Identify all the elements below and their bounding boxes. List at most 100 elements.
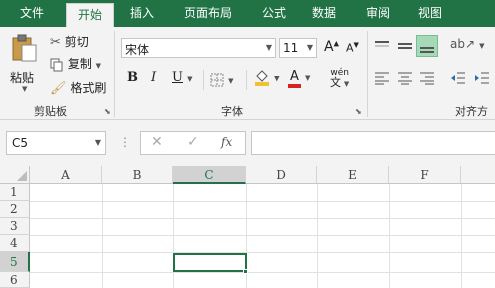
- orientation-dropdown-icon[interactable]: ▼: [479, 42, 484, 50]
- tab-file[interactable]: 文件: [10, 0, 54, 27]
- grid-line: [317, 184, 318, 288]
- row-header-5[interactable]: 5: [0, 252, 30, 272]
- tab-data[interactable]: 数据: [302, 0, 346, 27]
- cancel-icon[interactable]: ✕: [151, 134, 163, 150]
- font-size-combo[interactable]: 11 ▼: [279, 38, 317, 58]
- clipboard-group-label: 剪贴板: [34, 105, 67, 118]
- fill-handle[interactable]: [243, 269, 248, 274]
- tab-view[interactable]: 视图: [408, 0, 452, 27]
- underline-button[interactable]: U ▼: [172, 70, 193, 85]
- grid-line: [30, 272, 495, 273]
- formula-input[interactable]: [251, 131, 495, 155]
- paste-dropdown-icon[interactable]: ▼: [22, 85, 27, 93]
- paste-button[interactable]: 粘贴 ▼: [8, 33, 42, 95]
- divider: [246, 70, 247, 90]
- font-color-dropdown-icon[interactable]: ▼: [305, 74, 310, 82]
- formula-buttons: ✕ ✓ fx: [140, 131, 246, 155]
- align-bottom-icon: [420, 47, 434, 53]
- fill-color-button[interactable]: ▼: [254, 68, 280, 86]
- active-cell-c5[interactable]: [173, 253, 247, 272]
- align-left-button[interactable]: [374, 71, 390, 89]
- tab-formulas[interactable]: 公式: [252, 0, 296, 27]
- format-painter-button[interactable]: 🖌 格式刷: [50, 79, 106, 96]
- enter-icon[interactable]: ✓: [187, 134, 199, 150]
- paste-icon: [12, 34, 37, 62]
- clipboard-launcher-icon[interactable]: ⬊: [104, 107, 111, 116]
- cut-button[interactable]: ✂ 剪切: [50, 33, 89, 50]
- grid-line: [461, 184, 462, 288]
- grid-line: [173, 184, 174, 288]
- select-all-corner[interactable]: [0, 166, 30, 184]
- orientation-icon: ab↗: [450, 37, 476, 51]
- chevron-down-icon: ▼: [265, 43, 272, 52]
- ribbon: 粘贴 ▼ ✂ 剪切 复制 ▼ 🖌 格式刷 剪贴板 ⬊ 宋体 ▼ 11 ▼ A▲ …: [0, 27, 495, 134]
- divider: [203, 70, 204, 90]
- column-header-next[interactable]: [461, 166, 495, 184]
- font-launcher-icon[interactable]: ⬊: [355, 107, 362, 116]
- row-header-6[interactable]: 6: [0, 272, 30, 288]
- phonetic-char-icon: 文: [330, 76, 341, 89]
- font-name-value: 宋体: [125, 43, 150, 57]
- borders-dropdown-icon[interactable]: ▼: [228, 77, 233, 85]
- column-header-c[interactable]: C: [173, 166, 246, 184]
- column-header-a[interactable]: A: [30, 166, 102, 184]
- fill-color-dropdown-icon[interactable]: ▼: [274, 75, 279, 83]
- row-header-3[interactable]: 3: [0, 218, 30, 235]
- increase-indent-button[interactable]: [474, 71, 490, 89]
- font-color-letter: A: [288, 70, 301, 88]
- align-top-button[interactable]: [374, 39, 390, 57]
- align-left-icon: [375, 72, 389, 85]
- decrease-font-size-button[interactable]: A▼: [346, 41, 359, 55]
- copy-label: 复制: [67, 57, 92, 71]
- grid-line: [30, 218, 495, 219]
- column-header-f[interactable]: F: [389, 166, 461, 184]
- tab-page-layout[interactable]: 页面布局: [176, 0, 240, 27]
- italic-button[interactable]: I: [151, 70, 156, 85]
- font-size-value: 11: [283, 41, 299, 55]
- bold-button[interactable]: B: [127, 70, 138, 85]
- more-icon[interactable]: ⋮: [119, 135, 131, 149]
- insert-function-icon[interactable]: fx: [221, 135, 232, 149]
- format-painter-icon: 🖌: [50, 81, 67, 96]
- grid-line: [389, 184, 390, 288]
- phonetic-button[interactable]: wén 文 ▼: [330, 69, 349, 89]
- select-all-icon: [17, 171, 27, 181]
- font-group-label: 字体: [221, 105, 243, 118]
- increase-font-size-label: A: [324, 39, 334, 55]
- name-box[interactable]: C5 ▼: [6, 131, 106, 155]
- row-header-2[interactable]: 2: [0, 201, 30, 218]
- grid-line: [30, 235, 495, 236]
- scissors-icon: ✂: [50, 35, 61, 50]
- fill-bucket-icon: [255, 70, 269, 86]
- align-center-button[interactable]: [397, 71, 413, 89]
- tab-insert[interactable]: 插入: [120, 0, 164, 27]
- tab-review[interactable]: 审阅: [356, 0, 400, 27]
- decrease-indent-button[interactable]: [450, 71, 466, 89]
- tab-home[interactable]: 开始: [66, 3, 114, 27]
- font-name-combo[interactable]: 宋体 ▼: [121, 38, 276, 58]
- borders-button[interactable]: ▼: [210, 72, 234, 87]
- increase-font-size-button[interactable]: A▲: [324, 39, 339, 55]
- copy-dropdown-icon[interactable]: ▼: [96, 62, 101, 70]
- grid-line: [30, 201, 495, 202]
- format-painter-label: 格式刷: [70, 81, 107, 95]
- row-header-4[interactable]: 4: [0, 235, 30, 252]
- borders-icon: [210, 73, 224, 86]
- column-header-e[interactable]: E: [317, 166, 389, 184]
- align-top-icon: [375, 41, 389, 47]
- row-header-1[interactable]: 1: [0, 184, 30, 201]
- grid-line: [102, 184, 103, 288]
- underline-dropdown-icon[interactable]: ▼: [187, 75, 192, 83]
- align-right-button[interactable]: [419, 71, 435, 89]
- column-header-d[interactable]: D: [246, 166, 317, 184]
- chevron-down-icon[interactable]: ▼: [95, 138, 101, 147]
- align-center-icon: [398, 72, 412, 85]
- copy-button[interactable]: 复制 ▼: [50, 55, 101, 72]
- font-color-button[interactable]: A ▼: [288, 69, 310, 88]
- align-bottom-button[interactable]: [416, 35, 438, 57]
- phonetic-dropdown-icon[interactable]: ▼: [344, 80, 349, 88]
- align-middle-button[interactable]: [397, 39, 413, 57]
- group-separator: [367, 31, 368, 117]
- orientation-button[interactable]: ab↗ ▼: [450, 37, 485, 52]
- column-header-b[interactable]: B: [102, 166, 173, 184]
